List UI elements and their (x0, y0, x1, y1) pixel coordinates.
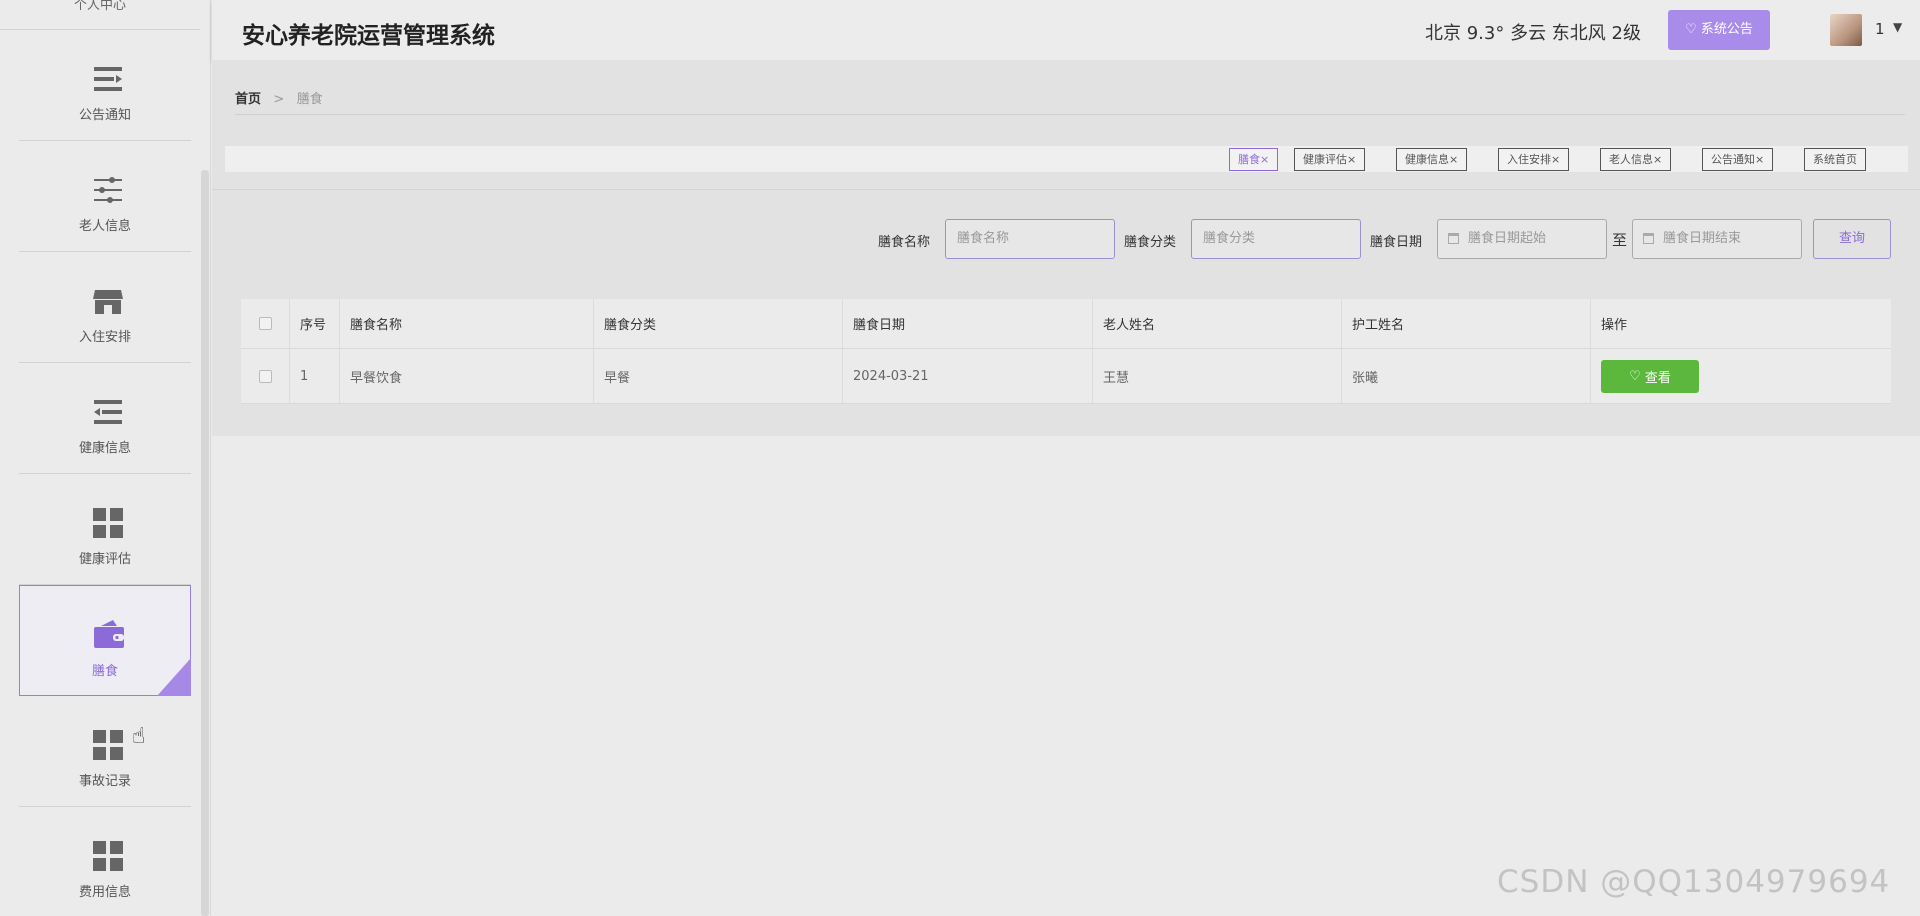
divider (212, 189, 1920, 190)
breadcrumb: 首页 > 膳食 (235, 88, 323, 107)
meal-name-input[interactable]: 膳食名称 (945, 219, 1115, 259)
active-corner-marker (157, 658, 191, 696)
table-header-row: 序号 膳食名称 膳食分类 膳食日期 老人姓名 护工姓名 操作 (241, 299, 1891, 349)
tab-bar: 膳食× 健康评估× 健康信息× 入住安排× 老人信息× 公告通知× 系统首页 (225, 146, 1908, 172)
sidebar-item-meals[interactable]: 膳食 (19, 585, 191, 696)
table-cell: 早餐饮食 (340, 349, 594, 403)
sidebar-item-checkin[interactable]: 入住安排 (19, 252, 191, 363)
meal-date-end-input[interactable]: 膳食日期结束 (1632, 219, 1802, 259)
tab-meals[interactable]: 膳食× (1229, 148, 1279, 171)
heart-icon: ♡ (1629, 368, 1645, 384)
date-range-to-label: 至 (1612, 231, 1628, 249)
column-header: 操作 (1601, 318, 1628, 333)
row-checkbox[interactable] (258, 369, 272, 383)
sidebar-item-label: 健康信息 (78, 441, 131, 456)
sidebar: 个人中心 公告通知 老人信息 入住安排 健康信息 健康评估 膳食 事故记录 费用… (0, 0, 211, 916)
column-header: 膳食分类 (594, 299, 843, 348)
app-title: 安心养老院运营管理系统 (242, 23, 495, 49)
calendar-icon (1448, 233, 1459, 244)
tab-health-info[interactable]: 健康信息× (1396, 148, 1468, 171)
system-notice-label: 系统公告 (1700, 22, 1753, 37)
meal-date-start-input[interactable]: 膳食日期起始 (1437, 219, 1607, 259)
meal-date-label: 膳食日期 (1370, 235, 1423, 250)
store-icon (93, 290, 123, 314)
table-row: 1 早餐饮食 早餐 2024-03-21 王慧 张曦 ♡ 查看 (241, 349, 1891, 404)
table-cell: 王慧 (1093, 349, 1342, 403)
tab-health-assessment[interactable]: 健康评估× (1294, 148, 1366, 171)
column-header: 膳食名称 (340, 299, 594, 348)
hand-cursor-icon: ☝ (132, 724, 146, 749)
column-header: 序号 (290, 299, 340, 348)
sidebar-item-label: 健康评估 (78, 552, 131, 567)
view-button[interactable]: ♡ 查看 (1601, 359, 1699, 393)
grid-icon (93, 841, 123, 871)
sidebar-item-profile[interactable]: 个人中心 (0, 0, 200, 30)
main-content: 首页 > 膳食 膳食× 健康评估× 健康信息× 入住安排× 老人信息× 公告通知… (212, 60, 1920, 436)
user-menu[interactable]: 1 (1875, 20, 1885, 38)
calendar-icon (1643, 233, 1654, 244)
tab-notices[interactable]: 公告通知× (1702, 148, 1774, 171)
view-button-label: 查看 (1644, 370, 1671, 386)
divider (235, 114, 1905, 115)
sidebar-scrollbar[interactable] (201, 170, 209, 916)
actions-cell: ♡ 查看 (1591, 349, 1891, 403)
sidebar-item-label: 事故记录 (78, 774, 131, 789)
column-header: 护工姓名 (1342, 299, 1591, 348)
tab-elder-info[interactable]: 老人信息× (1600, 148, 1672, 171)
column-header: 膳食日期 (843, 299, 1093, 348)
list-icon (94, 67, 122, 91)
meal-category-label: 膳食分类 (1124, 235, 1177, 250)
top-header: 安心养老院运营管理系统 北京 9.3° 多云 东北风 2级 ♡ 系统公告 1 ▼ (212, 0, 1920, 60)
system-notice-button[interactable]: ♡ 系统公告 (1668, 10, 1770, 50)
chevron-down-icon[interactable]: ▼ (1893, 20, 1902, 34)
sidebar-item-notices[interactable]: 公告通知 (19, 30, 191, 141)
indent-list-icon (94, 400, 122, 424)
sidebar-item-label: 费用信息 (78, 885, 131, 900)
meals-table: 序号 膳食名称 膳食分类 膳食日期 老人姓名 护工姓名 操作 1 早餐饮食 早餐… (241, 299, 1891, 404)
meal-name-label: 膳食名称 (878, 235, 931, 250)
table-cell: 张曦 (1342, 349, 1591, 403)
sidebar-item-fees[interactable]: 费用信息 (19, 807, 191, 916)
table-cell: 早餐 (594, 349, 843, 403)
wallet-icon (94, 620, 124, 648)
sidebar-item-incidents[interactable]: 事故记录 (19, 696, 191, 807)
row-select-cell (241, 349, 290, 403)
meal-category-input[interactable]: 膳食分类 (1191, 219, 1361, 259)
sidebar-item-label: 老人信息 (78, 219, 131, 234)
table-cell: 2024-03-21 (843, 349, 1093, 403)
grid-icon (93, 508, 123, 538)
column-header: 老人姓名 (1093, 299, 1342, 348)
tab-home[interactable]: 系统首页 (1804, 148, 1866, 171)
date-start-placeholder: 膳食日期起始 (1468, 231, 1547, 246)
select-all-checkbox[interactable] (258, 317, 272, 330)
sidebar-item-health-info[interactable]: 健康信息 (19, 363, 191, 474)
watermark: CSDN @QQ1304979694 (1497, 864, 1891, 900)
sidebar-item-label: 个人中心 (73, 0, 126, 13)
weather-info: 北京 9.3° 多云 东北风 2级 (1425, 23, 1641, 44)
date-end-placeholder: 膳食日期结束 (1663, 231, 1742, 246)
grid-icon (93, 730, 123, 760)
breadcrumb-separator: > (273, 92, 285, 107)
query-button[interactable]: 查询 (1813, 219, 1891, 259)
sidebar-item-label: 公告通知 (78, 108, 131, 123)
sliders-icon (94, 177, 122, 203)
tab-checkin[interactable]: 入住安排× (1498, 148, 1570, 171)
avatar[interactable] (1830, 14, 1862, 46)
sidebar-item-label: 入住安排 (78, 330, 131, 345)
breadcrumb-current: 膳食 (296, 92, 323, 107)
breadcrumb-home[interactable]: 首页 (235, 92, 261, 107)
sidebar-item-health-assessment[interactable]: 健康评估 (19, 474, 191, 585)
select-all-cell (241, 299, 290, 348)
heart-icon: ♡ (1685, 22, 1697, 37)
table-cell: 1 (290, 349, 340, 403)
sidebar-item-elder-info[interactable]: 老人信息 (19, 141, 191, 252)
